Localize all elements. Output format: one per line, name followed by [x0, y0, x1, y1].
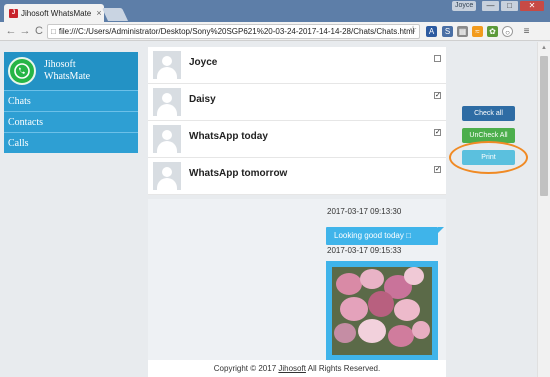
scroll-up-arrow-icon[interactable]: ▲ [538, 42, 550, 54]
chat-row[interactable]: WhatsApp tomorrow ✓ [148, 158, 446, 195]
extension-leaf-icon[interactable]: ✿ [487, 26, 498, 37]
whatsapp-logo-icon [8, 57, 36, 85]
rss-icon[interactable]: ≈ [472, 26, 483, 37]
chat-checkbox[interactable]: ✓ [434, 92, 441, 99]
browser-titlebar: J Jihosoft WhatsMate × Joyce — □ ✕ [0, 0, 550, 22]
chat-row[interactable]: Joyce [148, 47, 446, 84]
chat-name: WhatsApp today [189, 131, 268, 142]
scrollbar[interactable]: ▲ [537, 42, 550, 377]
chat-name: Daisy [189, 94, 216, 105]
avatar [153, 88, 181, 116]
scroll-thumb[interactable] [540, 56, 548, 196]
avatar [153, 125, 181, 153]
sidebar-item-calls[interactable]: Calls [4, 132, 138, 153]
extension-circle-icon[interactable]: ○ [502, 26, 513, 37]
profile-badge[interactable]: Joyce [452, 1, 477, 11]
maximize-button[interactable]: □ [501, 1, 518, 11]
avatar [153, 162, 181, 190]
minimize-button[interactable]: — [482, 1, 499, 11]
bookmark-star-icon[interactable]: ☆ [409, 24, 417, 35]
chat-list: Joyce Daisy ✓ WhatsApp today ✓ WhatsApp … [148, 47, 446, 195]
sidebar-item-chats[interactable]: Chats [4, 90, 138, 111]
copyright-text: Copyright © 2017 [213, 364, 277, 373]
message-timestamp: 2017-03-17 09:13:30 [327, 207, 402, 216]
brand-name-line1: Jihosoft [44, 59, 76, 70]
message-pane: 2017-03-17 09:13:30 Looking good today □… [148, 199, 446, 361]
close-window-button[interactable]: ✕ [520, 1, 544, 11]
brand-name-line2: WhatsMate [44, 71, 91, 82]
brand-name: Jihosoft WhatsMate [44, 59, 90, 83]
page-footer: Copyright © 2017 Jihosoft All Rights Res… [148, 360, 446, 377]
chat-row[interactable]: Daisy ✓ [148, 84, 446, 121]
emoji-placeholder-icon: □ [406, 231, 411, 240]
message-text: Looking good today [334, 231, 404, 240]
footer-link[interactable]: Jihosoft [278, 364, 306, 373]
rights-text: All Rights Reserved. [307, 364, 381, 373]
favicon-icon: J [9, 8, 18, 18]
image-message[interactable] [326, 261, 438, 361]
flower-bouquet-image [332, 267, 432, 355]
avatar [153, 51, 181, 79]
url-text: file:///C:/Users/Administrator/Desktop/S… [58, 27, 415, 36]
chat-checkbox[interactable] [434, 55, 441, 62]
tab-title: Jihosoft WhatsMate [21, 8, 92, 18]
browser-tab[interactable]: J Jihosoft WhatsMate × [4, 4, 104, 22]
check-all-button[interactable]: Check all [462, 106, 515, 121]
extension-sync-icon[interactable]: S [442, 26, 453, 37]
reload-button[interactable]: C [32, 23, 46, 39]
extension-grid-icon[interactable]: ▦ [457, 26, 468, 37]
back-button[interactable]: ← [4, 23, 18, 39]
sidebar: Jihosoft WhatsMate Chats Contacts Calls [4, 52, 138, 153]
chat-checkbox[interactable]: ✓ [434, 129, 441, 136]
address-bar[interactable]: □ file:///C:/Users/Administrator/Desktop/… [47, 24, 420, 39]
new-tab-button[interactable] [101, 8, 129, 21]
message-bubble: Looking good today □ [326, 227, 438, 245]
menu-icon[interactable]: ≡ [521, 26, 532, 37]
print-highlight-ring [449, 141, 528, 174]
message-timestamp: 2017-03-17 09:15:33 [327, 246, 402, 255]
forward-button[interactable]: → [18, 23, 32, 39]
page-viewport: Jihosoft WhatsMate Chats Contacts Calls … [0, 42, 537, 377]
page-info-icon[interactable]: □ [51, 27, 56, 36]
chat-name: Joyce [189, 57, 218, 68]
bubble-tail [438, 227, 444, 233]
extension-translate-icon[interactable]: A [426, 26, 437, 37]
chat-row[interactable]: WhatsApp today ✓ [148, 121, 446, 158]
browser-toolbar: ← → C □ file:///C:/Users/Administrator/De… [0, 22, 550, 41]
chat-checkbox[interactable]: ✓ [434, 166, 441, 173]
brand-header: Jihosoft WhatsMate [4, 52, 138, 90]
sidebar-item-contacts[interactable]: Contacts [4, 111, 138, 132]
chat-name: WhatsApp tomorrow [189, 168, 288, 179]
